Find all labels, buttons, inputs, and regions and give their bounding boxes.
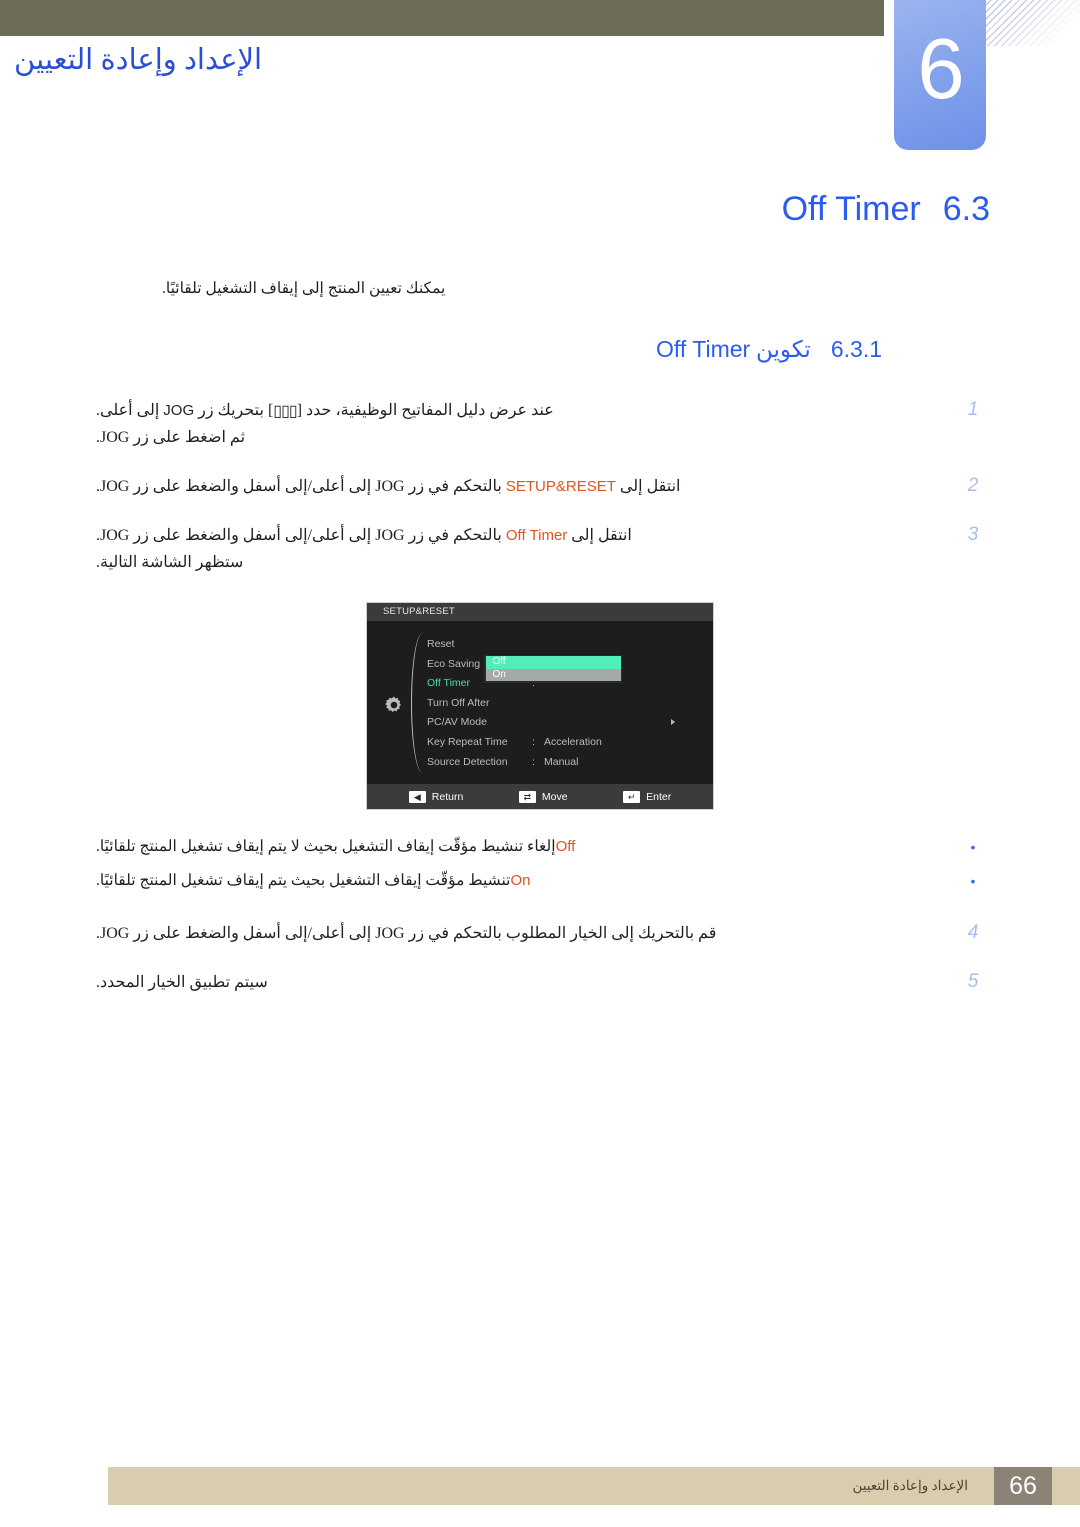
bullet-item-off: • Offإلغاء تنشيط مؤقّت إيقاف التشغيل بحي… bbox=[90, 834, 990, 860]
osd-row-key-repeat-time[interactable]: Key Repeat Time: Acceleration bbox=[427, 733, 713, 753]
osd-menu-body: Reset Eco Saving:Off Off Timer: Turn Off… bbox=[367, 621, 713, 784]
osd-footer-move[interactable]: ⇄ Move bbox=[518, 790, 568, 803]
bullet-desc-on: تنشيط مؤقّت إيقاف التشغيل بحيث يتم إيقاف… bbox=[96, 872, 511, 889]
subsection-number: 6.3.1 bbox=[830, 336, 882, 362]
osd-menu: SETUP&RESET Reset Eco Saving:Off bbox=[366, 602, 714, 810]
osd-row-source-detection[interactable]: Source Detection: Manual bbox=[427, 753, 713, 773]
step3-menu-highlight: Off Timer bbox=[505, 527, 568, 544]
step1-jog-label: JOG bbox=[163, 402, 195, 419]
step1-part-b: ] بتحريك زر bbox=[194, 402, 274, 419]
step-number: 3 bbox=[967, 524, 979, 545]
page-content: 6.3 Off Timer يمكنك تعيين المنتج إلى إيق… bbox=[90, 190, 990, 1018]
bullet-label-off: Off bbox=[555, 838, 576, 855]
step3-post: بالتحكم في زر JOG إلى أعلى/إلى أسفل والض… bbox=[96, 527, 506, 544]
osd-row-colon: : bbox=[532, 755, 535, 768]
steps-list-lower: 4 قم بالتحريك إلى الخيار المطلوب بالتحكم… bbox=[90, 920, 990, 996]
osd-footer-enter[interactable]: ↵ Enter bbox=[623, 790, 672, 803]
bullet-text: Offإلغاء تنشيط مؤقّت إيقاف التشغيل بحيث … bbox=[90, 834, 956, 860]
step-item-2: 2 انتقل إلى SETUP&RESET بالتحكم في زر JO… bbox=[90, 473, 990, 500]
osd-row-reset[interactable]: Reset bbox=[427, 635, 713, 655]
step-item-1: 1 عند عرض دليل المفاتيح الوظيفية، حدد [▯… bbox=[90, 397, 990, 451]
step2-pre: انتقل إلى bbox=[615, 478, 681, 495]
osd-row-label: Key Repeat Time bbox=[427, 735, 508, 748]
step-item-4: 4 قم بالتحريك إلى الخيار المطلوب بالتحكم… bbox=[90, 920, 990, 947]
osd-footer-enter-label: Enter bbox=[646, 790, 672, 803]
section-title: Off Timer bbox=[781, 190, 921, 228]
osd-off-timer-options-popup: Off On bbox=[484, 654, 622, 683]
header-diagonal-stripes-decoration bbox=[985, 0, 1080, 46]
option-bullets-list: • Offإلغاء تنشيط مؤقّت إيقاف التشغيل بحي… bbox=[90, 834, 990, 894]
osd-row-colon: : bbox=[532, 735, 535, 748]
osd-footer-bar: ◀ Return ⇄ Move ↵ Enter bbox=[367, 784, 713, 809]
subsection-heading: 6.3.1 تكوين Off Timer bbox=[90, 336, 990, 363]
step-number: 4 bbox=[967, 922, 979, 943]
bullet-dot-icon: • bbox=[970, 873, 976, 889]
step-number: 2 bbox=[967, 475, 979, 496]
osd-menu-title: SETUP&RESET bbox=[367, 603, 713, 621]
step1-part-a: عند عرض دليل المفاتيح الوظيفية، حدد [ bbox=[296, 402, 554, 419]
chapter-title: الإعداد وإعادة التعيين bbox=[14, 44, 263, 76]
step1-part-c: إلى أعلى. bbox=[96, 402, 164, 419]
gear-icon bbox=[383, 695, 405, 717]
step2-menu-highlight: SETUP&RESET bbox=[505, 478, 616, 495]
step-item-3: 3 انتقل إلى Off Timer بالتحكم في زر JOG … bbox=[90, 522, 990, 576]
osd-row-pc-av-mode[interactable]: PC/AV Mode bbox=[427, 713, 713, 733]
step-number: 1 bbox=[967, 399, 979, 420]
bullet-label-on: On bbox=[510, 872, 531, 889]
bullet-item-on: • Onتنشيط مؤقّت إيقاف التشغيل بحيث يتم إ… bbox=[90, 868, 990, 894]
osd-row-label: PC/AV Mode bbox=[427, 716, 487, 729]
move-arrows-icon: ⇄ bbox=[518, 790, 536, 803]
step3-line2: ستظهر الشاشة التالية. bbox=[96, 554, 244, 571]
subsection-title: تكوين Off Timer bbox=[656, 336, 811, 363]
section-number: 6.3 bbox=[942, 190, 990, 228]
step3-pre: انتقل إلى bbox=[567, 527, 632, 544]
step-item-5: 5 سيتم تطبيق الخيار المحدد. bbox=[90, 969, 990, 996]
bullet-text: Onتنشيط مؤقّت إيقاف التشغيل بحيث يتم إيق… bbox=[90, 868, 956, 894]
osd-option-off[interactable]: Off bbox=[485, 656, 621, 669]
steps-list-upper: 1 عند عرض دليل المفاتيح الوظيفية، حدد [▯… bbox=[90, 397, 990, 576]
step-text: قم بالتحريك إلى الخيار المطلوب بالتحكم ف… bbox=[96, 925, 717, 942]
step-text: انتقل إلى Off Timer بالتحكم في زر JOG إل… bbox=[90, 522, 956, 576]
osd-footer-return-label: Return bbox=[431, 790, 464, 803]
footer-chapter-label: الإعداد وإعادة التعيين bbox=[852, 1478, 968, 1493]
header-olive-band bbox=[0, 0, 884, 36]
osd-row-turn-off-after[interactable]: Turn Off After bbox=[427, 694, 713, 714]
section-intro-text: يمكنك تعيين المنتج إلى إيقاف التشغيل تلق… bbox=[162, 280, 446, 297]
subsection-title-en: Off Timer bbox=[656, 336, 751, 362]
osd-row-value: Manual bbox=[544, 755, 579, 768]
section-heading: 6.3 Off Timer bbox=[90, 190, 990, 229]
osd-row-label: Reset bbox=[427, 638, 455, 650]
step-text: انتقل إلى SETUP&RESET بالتحكم في زر JOG … bbox=[90, 473, 956, 500]
footer-page-number: 66 bbox=[994, 1467, 1052, 1505]
step-text: عند عرض دليل المفاتيح الوظيفية، حدد [▯▯▯… bbox=[90, 397, 956, 451]
enter-key-icon: ↵ bbox=[623, 790, 641, 803]
left-arrow-icon: ◀ bbox=[408, 790, 426, 803]
osd-row-label: Source Detection bbox=[427, 755, 508, 768]
subsection-title-ar: تكوين bbox=[755, 337, 811, 362]
step-text: سيتم تطبيق الخيار المحدد. bbox=[96, 974, 268, 991]
osd-row-label: Turn Off After bbox=[427, 696, 490, 709]
osd-option-on[interactable]: On bbox=[485, 668, 621, 681]
osd-footer-return[interactable]: ◀ Return bbox=[408, 790, 464, 803]
chevron-right-icon bbox=[671, 719, 675, 726]
osd-screenshot-wrapper: SETUP&RESET Reset Eco Saving:Off bbox=[90, 602, 990, 810]
jog-key-glyph-icon: ▯▯▯ bbox=[273, 403, 297, 420]
osd-footer-move-label: Move bbox=[541, 790, 568, 803]
bullet-dot-icon: • bbox=[970, 839, 976, 855]
step1-line2: ثم اضغط على زر JOG. bbox=[96, 429, 246, 446]
chapter-number-badge: 6 bbox=[894, 0, 986, 150]
bullet-desc-off: إلغاء تنشيط مؤقّت إيقاف التشغيل بحيث لا … bbox=[96, 838, 556, 855]
step-number: 5 bbox=[967, 971, 979, 992]
page-footer: الإعداد وإعادة التعيين 66 bbox=[108, 1467, 1080, 1505]
step2-post: بالتحكم في زر JOG إلى أعلى/إلى أسفل والض… bbox=[96, 478, 506, 495]
osd-row-value: Acceleration bbox=[544, 735, 602, 748]
